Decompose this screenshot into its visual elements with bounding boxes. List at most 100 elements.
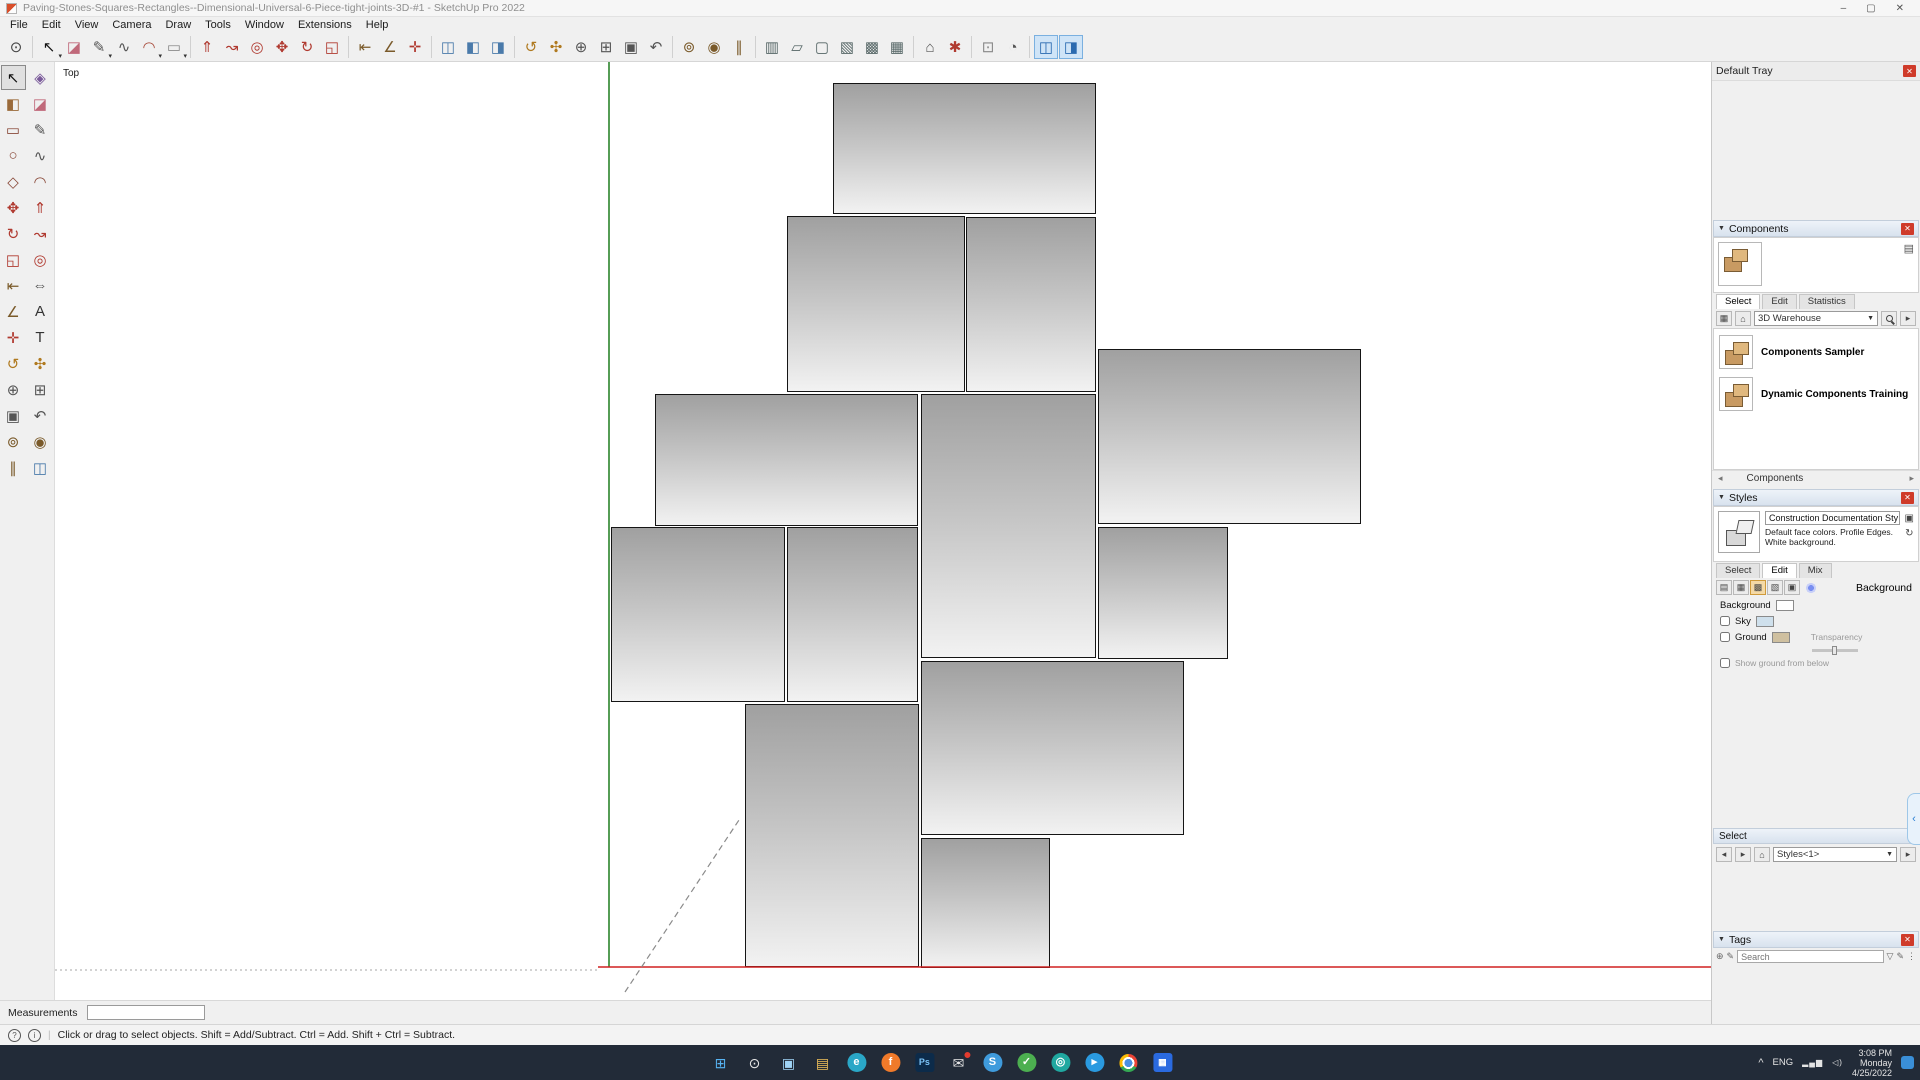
components-section-header[interactable]: ▼ Components ✕ [1713,220,1919,237]
3d-text-tool[interactable]: T [28,325,53,350]
color-dot-icon[interactable] [1805,582,1817,594]
sky-checkbox[interactable] [1720,616,1730,626]
edge-icon[interactable]: e [845,1052,867,1074]
position-camera-tool[interactable]: ⊚ [1,429,26,454]
rotate-tool[interactable]: ↻ [1,221,26,246]
close-button[interactable]: ✕ [1896,3,1904,14]
back-edges-style-icon[interactable]: ▱ [785,35,809,59]
eraser-tool[interactable]: ◪ [28,91,53,116]
maximize-button[interactable]: ▢ [1866,3,1875,14]
app-blue2-icon[interactable]: ▦ [1151,1052,1173,1074]
select-tool[interactable]: ↖ [1,65,26,90]
credits-icon[interactable]: i [28,1029,41,1042]
style-name-field[interactable]: Construction Documentation Sty [1765,511,1900,525]
details-arrow-icon[interactable]: ▸ [1900,847,1916,862]
skype-icon[interactable]: S [981,1052,1003,1074]
look-around-icon[interactable]: ◉ [702,35,726,59]
wireframe-style-icon[interactable]: ▢ [810,35,834,59]
styles-close-icon[interactable]: ✕ [1901,492,1914,504]
tags-search-input[interactable] [1737,950,1883,963]
extension-warehouse-icon[interactable]: ✱ [943,35,967,59]
text-tool[interactable]: A [28,299,53,324]
add-tag-icon[interactable]: ⊕ [1716,951,1724,962]
components-tab-edit[interactable]: Edit [1762,294,1796,309]
model-viewport[interactable]: Top [55,62,1711,1000]
dimension-tool[interactable]: ⇔ [28,273,53,298]
orbit-icon[interactable]: ↺ [519,35,543,59]
orbit-tool[interactable]: ↺ [1,351,26,376]
secondary-pane-icon[interactable]: ▤ [1904,242,1914,255]
edge-settings-icon[interactable]: ▤ [1716,580,1732,595]
component-item[interactable]: Dynamic Components Training [1716,373,1916,415]
tray-close-icon[interactable]: ✕ [1903,65,1916,77]
volume-icon[interactable]: ◁) [1832,1058,1843,1067]
zoom-tool[interactable]: ⊕ [1,377,26,402]
edit-tag-icon[interactable]: ✎ [1727,951,1735,962]
transparency-slider[interactable] [1812,649,1858,652]
zoom-extents-icon[interactable]: ▣ [619,35,643,59]
axes-tool[interactable]: ✛ [1,325,26,350]
zoom-extents-tool[interactable]: ▣ [1,403,26,428]
tape-measure-icon[interactable]: ⇤ [353,35,377,59]
look-around-tool[interactable]: ◉ [28,429,53,454]
position-camera-icon[interactable]: ⊚ [677,35,701,59]
3d-warehouse-icon[interactable]: ⌂ [918,35,942,59]
geolocation-icon[interactable]: ? [8,1029,21,1042]
modeling-settings-icon[interactable]: ▣ [1784,580,1800,595]
app-green-icon[interactable]: ✓ [1015,1052,1037,1074]
menu-tools[interactable]: Tools [198,19,238,31]
push-pull-tool[interactable]: ⇑ [28,195,53,220]
search-icon[interactable]: ⊙ [743,1052,765,1074]
panel-toggle-b-icon[interactable]: ◨ [1059,35,1083,59]
zoom-window-tool[interactable]: ⊞ [28,377,53,402]
photoshop-icon[interactable]: Ps [913,1052,935,1074]
refresh-style-icon[interactable]: ↻ [1905,528,1913,539]
arc-icon[interactable]: ◠▾ [137,35,161,59]
polygon-tool[interactable]: ◇ [1,169,26,194]
language-indicator[interactable]: ENG [1773,1057,1794,1068]
make-component-tool[interactable]: ◈ [28,65,53,90]
start-icon[interactable]: ⊞ [709,1052,731,1074]
measurements-input[interactable] [87,1005,205,1020]
menu-view[interactable]: View [68,19,106,31]
menu-file[interactable]: File [3,19,35,31]
forward-icon[interactable]: ▸ [1735,847,1751,862]
ground-color-swatch[interactable] [1772,632,1790,643]
back-icon[interactable]: ◂ [1718,473,1723,484]
minimize-button[interactable]: – [1841,3,1847,14]
move-tool[interactable]: ✥ [1,195,26,220]
move-icon[interactable]: ✥ [270,35,294,59]
file-explorer-icon[interactable]: ▤ [811,1052,833,1074]
protractor-icon[interactable]: ∠ [378,35,402,59]
hidden-icons-chevron[interactable]: ^ [1758,1057,1763,1069]
section-plane-tool[interactable]: ◫ [28,455,53,480]
component-item[interactable]: Components Sampler [1716,331,1916,373]
app-teal-icon[interactable]: ◎ [1049,1052,1071,1074]
menu-help[interactable]: Help [359,19,396,31]
walk-tool[interactable]: ∥ [1,455,26,480]
section-plane-icon[interactable]: ◫ [436,35,460,59]
components-tab-select[interactable]: Select [1716,294,1760,309]
line-tool[interactable]: ✎ [28,117,53,142]
chrome-icon[interactable] [1117,1052,1139,1074]
line-icon[interactable]: ✎▾ [87,35,111,59]
menu-camera[interactable]: Camera [105,19,158,31]
home-icon[interactable]: ⌂ [1735,311,1751,326]
mail-icon[interactable]: ✉ [947,1052,969,1074]
protractor-tool[interactable]: ∠ [1,299,26,324]
sky-color-swatch[interactable] [1756,616,1774,627]
notifications-icon[interactable] [1901,1056,1914,1069]
slider-thumb[interactable] [1832,646,1837,655]
forward-icon[interactable]: ▸ [1909,473,1914,484]
tray-autohide-chevron-icon[interactable]: ‹ [1907,793,1920,845]
layout-export-icon[interactable]: ⊡ [976,35,1000,59]
panel-toggle-a-icon[interactable]: ◫ [1034,35,1058,59]
textured-style-icon[interactable]: ▦ [885,35,909,59]
section-fill-icon[interactable]: ◧ [461,35,485,59]
filter-icon[interactable]: ▽ [1887,951,1894,962]
paint-bucket-tool[interactable]: ◧ [1,91,26,116]
search-icon[interactable] [1881,311,1897,326]
offset-icon[interactable]: ◎ [245,35,269,59]
styles-section-header[interactable]: ▼ Styles ✕ [1713,489,1919,506]
freehand-tool[interactable]: ∿ [28,143,53,168]
